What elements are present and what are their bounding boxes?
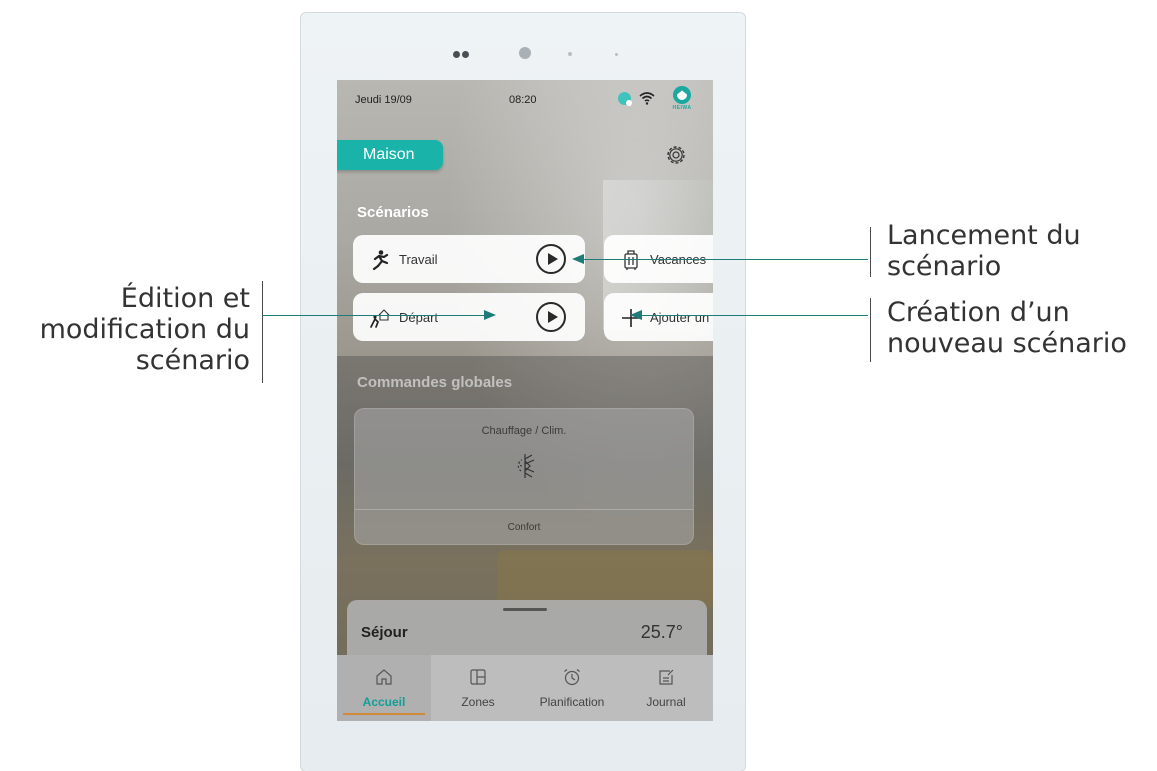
global-commands-title: Commandes globales (357, 374, 513, 391)
launch-annotation-line: Lancement du (887, 220, 1081, 251)
scenarios-title: Scénarios (357, 204, 429, 221)
status-date: Jeudi 19/09 (355, 94, 412, 106)
scenario-label: Travail (399, 252, 438, 267)
home-logo-icon (673, 86, 691, 104)
drag-handle[interactable] (503, 608, 547, 611)
launch-annotation-line: scénario (887, 251, 1002, 282)
nav-label: Accueil (362, 695, 406, 709)
launch-arrowhead (572, 254, 584, 264)
nav-item-accueil[interactable]: Accueil (337, 655, 431, 721)
sensor-dot (568, 52, 572, 56)
create-annotation-line: Création d’un (887, 297, 1070, 328)
play-scenario-button[interactable] (536, 244, 566, 274)
launch-annotation: Lancement du scénario (887, 220, 1081, 282)
launch-bracket (870, 227, 871, 277)
edit-leader-line (262, 315, 484, 316)
card-divider (355, 509, 693, 510)
edit-annotation: Édition et modification du scénario (0, 283, 250, 376)
sensor-dot (453, 51, 460, 58)
heating-cooling-card[interactable]: Chauffage / Clim. Confort (354, 408, 694, 545)
scenario-label: Ajouter un (650, 310, 710, 325)
create-leader-line (636, 315, 868, 316)
zones-icon (470, 669, 486, 685)
gear-icon[interactable] (663, 142, 689, 168)
running-person-icon (372, 250, 389, 271)
nav-item-planification[interactable]: Planification (525, 655, 619, 721)
nav-label: Planification (539, 695, 605, 709)
heating-mode-value: Confort (507, 522, 541, 533)
status-time: 08:20 (509, 94, 537, 106)
create-bracket (870, 298, 871, 362)
nav-item-journal[interactable]: Journal (619, 655, 713, 721)
create-annotation-line: nouveau scénario (887, 328, 1127, 359)
add-scenario-card[interactable]: Ajouter un (604, 293, 713, 341)
create-arrowhead (630, 310, 642, 320)
edit-annotation-line: modification du (39, 314, 250, 345)
edit-bracket (262, 281, 263, 383)
home-icon (376, 669, 392, 685)
nav-label: Journal (646, 695, 686, 709)
touch-screen: Jeudi 19/09 08:20 HEIWA Maison Scénarios… (337, 80, 713, 721)
room-temperature: 25.7° (640, 622, 683, 642)
status-bar: Jeudi 19/09 08:20 HEIWA (337, 80, 713, 120)
nav-item-zones[interactable]: Zones (431, 655, 525, 721)
scenario-card-travail[interactable]: Travail (353, 235, 585, 283)
launch-leader-line (578, 259, 868, 260)
brand-text: HEIWA (672, 105, 692, 111)
sensor-dot (462, 51, 469, 58)
scenario-label: Départ (399, 310, 439, 325)
wifi-icon (639, 92, 655, 105)
journal-icon (659, 669, 674, 685)
connection-status-icon (618, 92, 632, 106)
heat-cool-icon (517, 454, 535, 478)
nav-label: Zones (461, 695, 495, 709)
alarm-clock-icon (564, 669, 580, 686)
sensor-dot (615, 53, 618, 56)
camera-lens (519, 47, 531, 59)
scenario-card-depart[interactable]: Départ (353, 293, 585, 341)
edit-annotation-line: scénario (135, 345, 250, 376)
edit-annotation-line: Édition et (120, 283, 250, 314)
active-tab-indicator (343, 713, 425, 715)
create-annotation: Création d’un nouveau scénario (887, 297, 1127, 359)
play-scenario-button[interactable] (536, 302, 566, 332)
bottom-navigation: Accueil Zones Planification Journal (337, 655, 713, 721)
room-name: Séjour (361, 624, 408, 641)
leaving-home-icon (370, 309, 390, 328)
brand-logo: HEIWA (662, 86, 702, 116)
edit-arrowhead (484, 310, 496, 320)
heating-cooling-title: Chauffage / Clim. (481, 425, 567, 437)
suitcase-icon (624, 250, 638, 270)
home-selector-button[interactable]: Maison (337, 140, 443, 170)
